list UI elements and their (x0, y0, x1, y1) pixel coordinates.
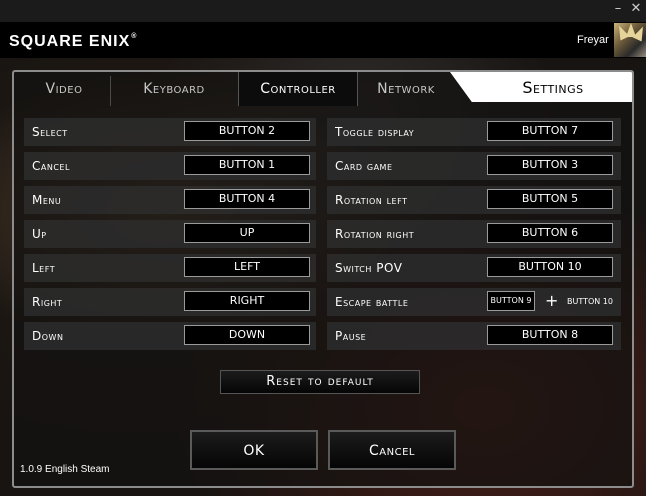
action-label: Down (32, 329, 64, 343)
close-icon[interactable]: ✕ (628, 1, 644, 17)
binding-row-up: Up UP (24, 220, 316, 248)
tab-keyboard[interactable]: Keyboard (114, 72, 234, 106)
binding-row-switch-pov: Switch POV BUTTON 10 (327, 254, 621, 282)
binding-field-up[interactable]: UP (184, 223, 310, 243)
action-label: Rotation left (335, 193, 408, 207)
action-label: Up (32, 227, 47, 241)
tab-video[interactable]: Video (20, 72, 108, 106)
plus-icon: + (545, 291, 559, 310)
binding-row-left: Left LEFT (24, 254, 316, 282)
app-header: SQUARE ENIX® Freyar (0, 22, 646, 58)
tab-settings[interactable]: Settings (450, 72, 632, 102)
tab-divider (110, 76, 111, 106)
binding-field-switch-pov[interactable]: BUTTON 10 (487, 257, 613, 277)
action-label: Toggle display (335, 125, 415, 139)
window-titlebar: – ✕ (0, 0, 646, 22)
minimize-icon[interactable]: – (610, 1, 626, 17)
binding-field-rotation-left[interactable]: BUTTON 5 (487, 189, 613, 209)
binding-field-right[interactable]: RIGHT (184, 291, 310, 311)
binding-row-select: Select BUTTON 2 (24, 118, 316, 146)
binding-field-cancel[interactable]: BUTTON 1 (184, 155, 310, 175)
binding-row-escape-battle: Escape battle BUTTON 9 + BUTTON 10 (327, 288, 621, 316)
binding-field-select[interactable]: BUTTON 2 (184, 121, 310, 141)
binding-field-menu[interactable]: BUTTON 4 (184, 189, 310, 209)
binding-field-escape-battle-2[interactable]: BUTTON 10 (567, 288, 613, 316)
binding-row-down: Down DOWN (24, 322, 316, 350)
ok-button[interactable]: OK (190, 430, 318, 470)
reset-to-default-button[interactable]: Reset to default (220, 370, 420, 394)
tab-controller[interactable]: Controller (238, 72, 358, 106)
binding-row-card-game: Card game BUTTON 3 (327, 152, 621, 180)
cancel-button[interactable]: Cancel (328, 430, 456, 470)
binding-row-rotation-left: Rotation left BUTTON 5 (327, 186, 621, 214)
binding-row-right: Right RIGHT (24, 288, 316, 316)
action-label: Card game (335, 159, 393, 173)
action-label: Rotation right (335, 227, 415, 241)
action-label: Switch POV (335, 261, 403, 275)
action-label: Left (32, 261, 56, 275)
action-label: Select (32, 125, 68, 139)
action-label: Right (32, 295, 63, 309)
binding-field-rotation-right[interactable]: BUTTON 6 (487, 223, 613, 243)
binding-row-toggle-display: Toggle display BUTTON 7 (327, 118, 621, 146)
tab-network[interactable]: Network (360, 72, 452, 106)
username: Freyar (577, 34, 609, 46)
binding-row-menu: Menu BUTTON 4 (24, 186, 316, 214)
binding-row-rotation-right: Rotation right BUTTON 6 (327, 220, 621, 248)
tab-bar: Video Keyboard Controller Network Settin… (14, 72, 632, 106)
square-enix-logo: SQUARE ENIX® (9, 33, 137, 51)
action-label: Escape battle (335, 295, 409, 309)
action-label: Cancel (32, 159, 70, 173)
binding-row-cancel: Cancel BUTTON 1 (24, 152, 316, 180)
binding-field-escape-battle-1[interactable]: BUTTON 9 (487, 291, 535, 311)
binding-row-pause: Pause BUTTON 8 (327, 322, 621, 350)
action-label: Menu (32, 193, 62, 207)
binding-field-toggle-display[interactable]: BUTTON 7 (487, 121, 613, 141)
logo-registered-mark: ® (131, 33, 138, 40)
user-avatar-icon[interactable] (614, 23, 646, 57)
logo-text: SQUARE ENIX (9, 33, 131, 50)
action-label: Pause (335, 329, 367, 343)
settings-panel: Video Keyboard Controller Network Settin… (12, 70, 634, 488)
binding-field-left[interactable]: LEFT (184, 257, 310, 277)
binding-field-down[interactable]: DOWN (184, 325, 310, 345)
binding-field-card-game[interactable]: BUTTON 3 (487, 155, 613, 175)
version-label: 1.0.9 English Steam (20, 464, 110, 475)
binding-field-pause[interactable]: BUTTON 8 (487, 325, 613, 345)
